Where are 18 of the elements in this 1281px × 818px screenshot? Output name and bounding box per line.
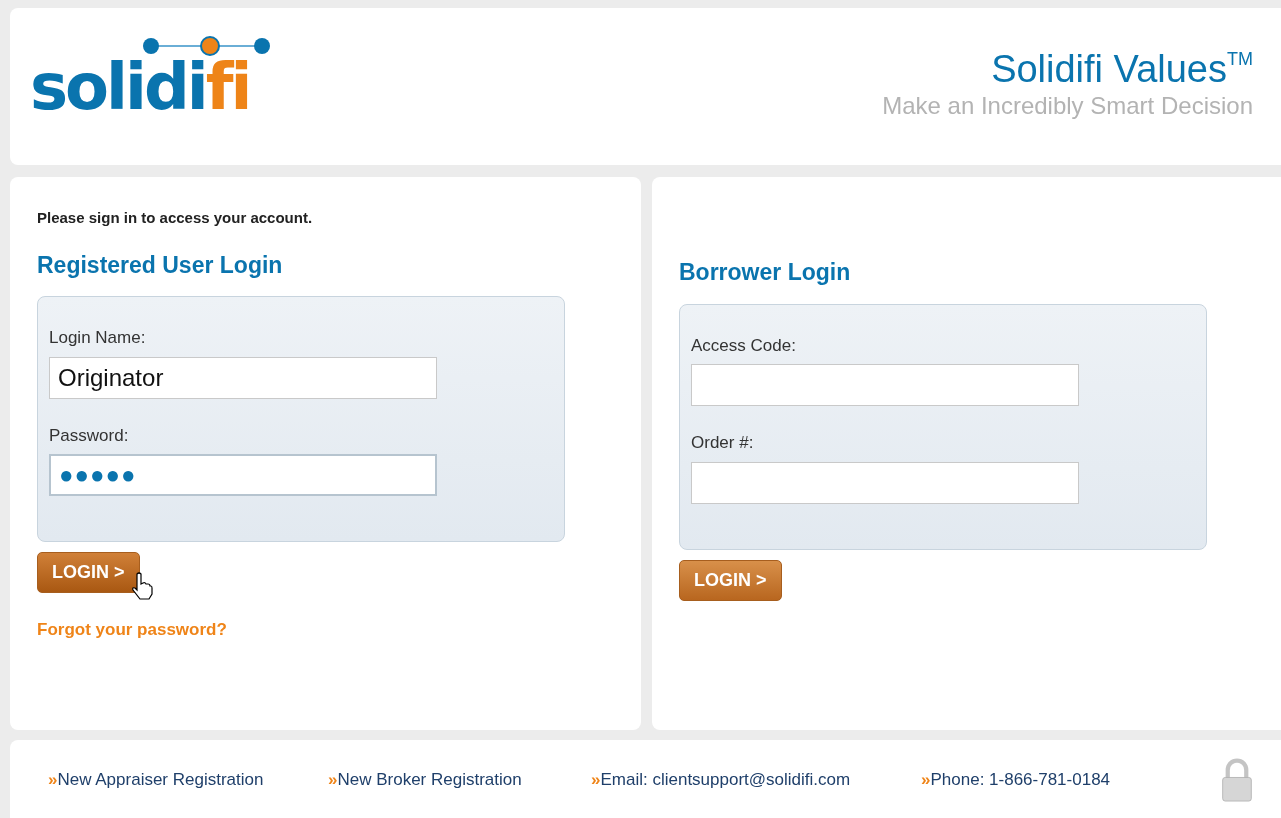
field-label: Access Code:: [691, 334, 797, 357]
input-field[interactable]: [691, 461, 1079, 504]
input-field[interactable]: Originator: [49, 356, 437, 399]
section-title: Registered User Login: [37, 250, 284, 280]
tagline: Make an Incredibly Smart Decision: [882, 90, 1253, 121]
input-field[interactable]: ●●●●●: [49, 454, 437, 496]
field-label: Login Name:: [49, 327, 147, 349]
footer-link[interactable]: »Phone: 1-866-781-0184: [921, 767, 1221, 793]
logo-text: solidifi: [30, 49, 250, 124]
intro-text: Please sign in to access your account.: [37, 208, 314, 228]
footer-link[interactable]: »New Broker Registration: [328, 767, 591, 793]
field-label: Password:: [49, 424, 130, 447]
input-field[interactable]: [691, 364, 1079, 406]
footer-link[interactable]: »Email: clientsupport@solidifi.com: [591, 767, 921, 793]
section-title: Borrower Login: [679, 258, 852, 287]
field-label: Order #:: [691, 432, 755, 454]
footer-link[interactable]: »New Appraiser Registration: [48, 767, 328, 793]
hand-cursor-icon: [130, 572, 153, 600]
